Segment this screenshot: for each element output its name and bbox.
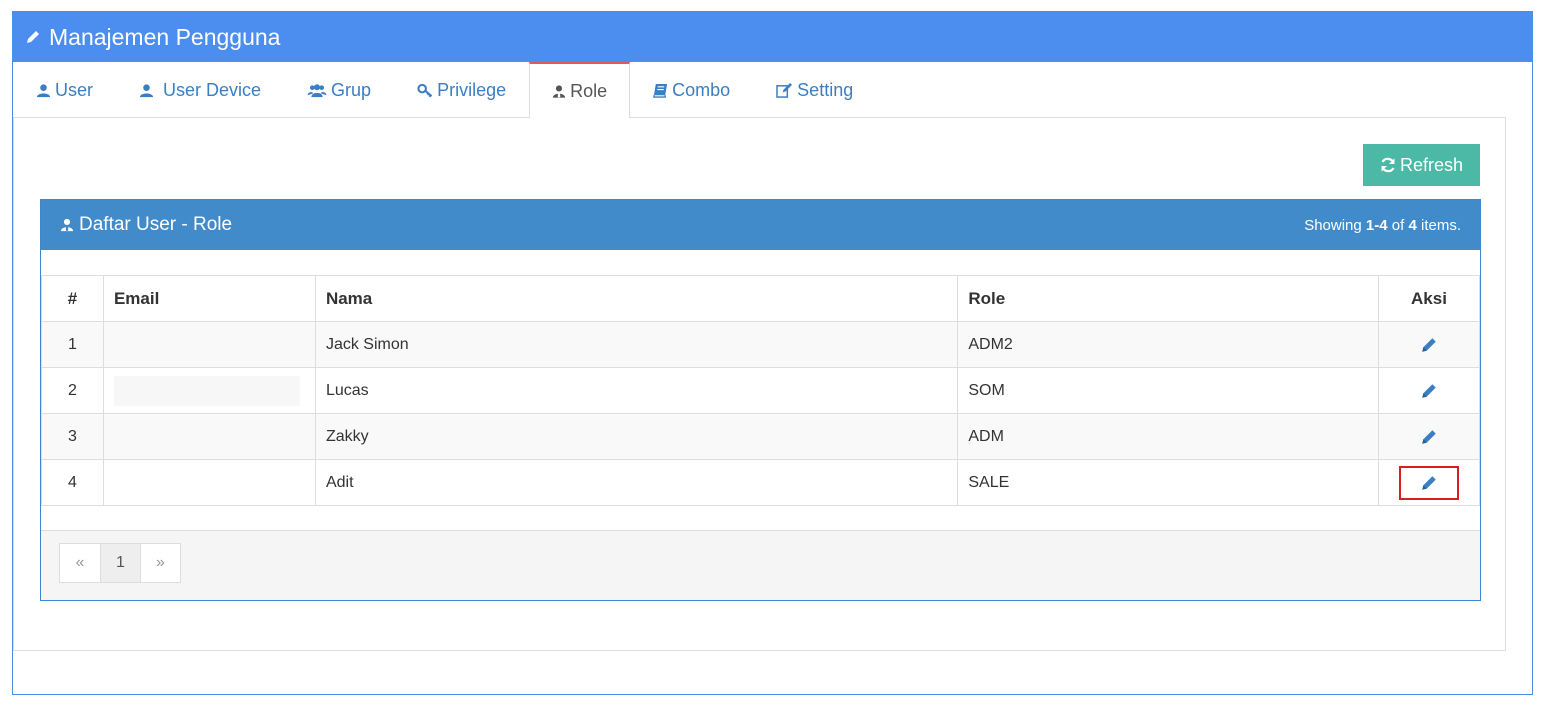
column-header-role[interactable]: Role [957, 275, 1379, 322]
cell-email [102, 321, 316, 368]
users-icon [307, 83, 327, 98]
cell-role: SALE [957, 459, 1379, 506]
column-header-no: # [41, 275, 104, 322]
refresh-button[interactable]: Refresh [1363, 144, 1480, 186]
cell-nama: Lucas [314, 367, 959, 414]
table-row: 1 Jack Simon ADM2 [41, 321, 1481, 368]
tab-user-device[interactable]: User Device [116, 62, 284, 117]
tab-label: Privilege [437, 79, 507, 100]
user-role-grid: Daftar User - Role Showing 1-4 of 4 item… [40, 199, 1481, 601]
key-icon [417, 83, 433, 98]
summary-of: of [1391, 216, 1405, 234]
email-value [113, 375, 300, 406]
pencil-icon [1422, 429, 1436, 444]
tab-label: Combo [672, 79, 731, 100]
edit-button[interactable] [1399, 374, 1459, 408]
cell-role: SOM [957, 367, 1379, 414]
cell-no: 1 [41, 321, 104, 368]
edit-button[interactable] [1399, 328, 1459, 362]
user-tie-icon [60, 217, 74, 233]
cell-nama: Jack Simon [314, 321, 959, 368]
tab-content: Refresh Daftar User - Role Showing 1-4 o… [13, 117, 1506, 651]
pencil-icon [1422, 337, 1436, 352]
cell-email [102, 367, 316, 414]
cell-no: 4 [41, 459, 104, 506]
page-title: Manajemen Pengguna [49, 23, 281, 50]
cell-no: 2 [41, 367, 104, 414]
tab-setting[interactable]: Setting [753, 62, 876, 117]
tab-label: Role [570, 80, 608, 101]
user-icon [139, 83, 154, 98]
pagination: « 1 » [59, 543, 181, 583]
edit-button[interactable] [1399, 420, 1459, 454]
cell-aksi [1377, 321, 1481, 368]
cell-email [102, 413, 316, 460]
tab-combo[interactable]: Combo [630, 62, 753, 117]
tab-label: Grup [331, 79, 372, 100]
summary-range: 1-4 [1365, 216, 1388, 234]
grid-summary: Showing 1-4 of 4 items. [1304, 217, 1461, 234]
cell-nama: Adit [314, 459, 959, 506]
tab-user[interactable]: User [13, 62, 116, 117]
cell-aksi [1377, 367, 1481, 414]
book-icon [653, 83, 668, 98]
tab-label: User Device [163, 79, 262, 100]
tab-privilege[interactable]: Privilege [394, 62, 529, 117]
user-role-table: # Email Nama Role Aksi 1 Jack Simon ADM2 [41, 275, 1481, 506]
pencil-icon [1422, 383, 1436, 398]
cell-nama: Zakky [314, 413, 959, 460]
edit-icon [776, 82, 793, 98]
tab-label: User [55, 79, 94, 100]
tab-grup[interactable]: Grup [284, 62, 394, 117]
edit-button[interactable] [1398, 465, 1459, 500]
cell-aksi [1377, 413, 1481, 460]
table-header-row: # Email Nama Role Aksi [41, 275, 1481, 322]
grid-title: Daftar User - Role [60, 214, 232, 236]
cell-aksi [1377, 459, 1481, 506]
panel-header: Manajemen Pengguna [13, 12, 1532, 62]
grid-header: Daftar User - Role Showing 1-4 of 4 item… [41, 200, 1480, 250]
grid-footer: « 1 » [41, 530, 1480, 600]
summary-total: 4 [1408, 216, 1417, 234]
column-header-aksi: Aksi [1377, 275, 1481, 322]
table-row: 3 Zakky ADM [41, 413, 1481, 460]
column-header-email[interactable]: Email [102, 275, 316, 322]
grid-title-text: Daftar User - Role [79, 214, 233, 235]
summary-prefix: Showing [1304, 216, 1362, 234]
refresh-label: Refresh [1399, 154, 1464, 175]
table-row: 2 Lucas SOM [41, 367, 1481, 414]
pencil-icon [25, 29, 41, 45]
user-tie-icon [552, 84, 566, 99]
pagination-prev[interactable]: « [60, 544, 100, 582]
table-row: 4 Adit SALE [41, 459, 1481, 506]
tab-label: Setting [797, 79, 854, 100]
pagination-page[interactable]: 1 [100, 544, 140, 582]
tab-role[interactable]: Role [529, 62, 631, 118]
cell-email [102, 459, 316, 506]
cell-role: ADM [957, 413, 1379, 460]
user-icon [36, 83, 51, 98]
cell-role: ADM2 [957, 321, 1379, 368]
tab-bar: User User Device Grup Privilege Role Com… [13, 62, 1506, 118]
pagination-next[interactable]: » [140, 544, 180, 582]
summary-suffix: items. [1420, 216, 1461, 234]
pencil-icon [1422, 475, 1436, 490]
cell-no: 3 [41, 413, 104, 460]
column-header-nama[interactable]: Nama [314, 275, 959, 322]
refresh-icon [1380, 157, 1396, 173]
